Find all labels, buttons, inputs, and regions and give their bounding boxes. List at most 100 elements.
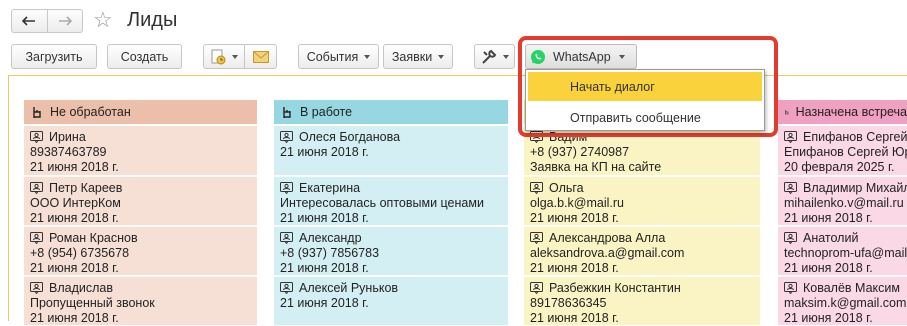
events-menu-button[interactable]: События (298, 44, 379, 69)
contact-icon (30, 282, 43, 294)
column-header: Назначена встреча (778, 100, 907, 124)
lead-detail: Интересовалась оптовыми ценами (280, 196, 484, 210)
forward-button[interactable] (46, 10, 83, 32)
lead-card[interactable]: Олеся Богданова 21 июня 2018 г. (274, 126, 508, 176)
requests-label: Заявки (391, 49, 433, 64)
lead-card[interactable]: Разбежкин Константин 89178636345 21 июня… (524, 276, 760, 326)
lead-card[interactable]: Владимир Михайленко mihailenko.v@mail.ru… (778, 176, 907, 226)
tools-icon (481, 49, 496, 64)
back-button[interactable] (12, 10, 47, 32)
lead-card[interactable]: Александрова Алла aleksandrova.a@gmail.c… (524, 226, 760, 276)
tools-menu-button[interactable] (474, 44, 515, 69)
lead-date: 21 июня 2018 г. (280, 211, 369, 225)
whatsapp-dropdown-menu: Начать диалог Отправить сообщение (525, 69, 765, 131)
start-dialog-menu-item[interactable]: Начать диалог (528, 72, 762, 101)
contact-icon (30, 182, 43, 194)
contact-icon (280, 182, 293, 194)
contact-icon (784, 232, 797, 244)
column-title: Не обработан (50, 105, 131, 119)
lead-date: 20 февраля 2025 г. (784, 160, 895, 174)
lead-date: 21 июня 2018 г. (30, 261, 119, 275)
kanban-column-new: Не обработан Ирина 89387463789 21 июня 2… (24, 100, 257, 326)
lead-card[interactable]: Епифанов Сергей Епифанов Сергей Юрьевич … (778, 126, 907, 176)
contact-icon (30, 131, 43, 143)
lead-detail: 21 июня 2018 г. (280, 296, 369, 310)
attachment-mail-group (203, 44, 277, 69)
lead-name: Александрова Алла (549, 231, 666, 245)
contact-icon (530, 282, 543, 294)
title-bar: ☆ Лиды (0, 0, 907, 40)
whatsapp-label: WhatsApp (553, 49, 611, 64)
lead-name: Владислав (49, 281, 113, 295)
lead-date: 21 июня 2018 г. (30, 311, 119, 325)
attachment-menu-button[interactable] (204, 45, 244, 68)
lead-detail: aleksandrova.a@gmail.com (530, 246, 685, 260)
document-clock-icon (211, 49, 226, 64)
column-header: Не обработан (24, 100, 257, 124)
lead-detail: 89387463789 (30, 145, 107, 159)
lead-name: Алексей Руньков (299, 281, 399, 295)
lead-card[interactable]: Владислав Пропущенный звонок 21 июня 201… (24, 276, 257, 326)
lead-date: 21 июня 2018 г. (530, 311, 619, 325)
lead-date: 21 июня 2018 г. (280, 261, 369, 275)
whatsapp-menu-button[interactable]: WhatsApp (525, 44, 637, 69)
contact-icon (280, 282, 293, 294)
lead-date: 21 июня 2018 г. (784, 211, 873, 225)
column-title: Назначена встреча (795, 105, 907, 119)
contact-icon (530, 232, 543, 244)
lead-detail: mihailenko.v@mail.ru (784, 196, 904, 210)
create-button[interactable]: Создать (107, 44, 182, 69)
lead-date (280, 160, 508, 175)
mail-button[interactable] (244, 45, 276, 68)
navigation-buttons (11, 9, 83, 33)
drag-hand-icon (33, 107, 41, 118)
lead-name: Ирина (49, 130, 86, 144)
lead-detail: olga.b.k@mail.ru (530, 196, 624, 210)
lead-name: Епифанов Сергей (803, 130, 907, 144)
events-label: События (306, 49, 359, 64)
envelope-icon (252, 50, 269, 63)
whatsapp-icon (531, 49, 545, 64)
lead-date: 21 июня 2018 г. (30, 211, 119, 225)
lead-detail: +8 (954) 6735678 (30, 246, 130, 260)
page-title: Лиды (127, 9, 178, 31)
lead-date (280, 311, 508, 325)
lead-name: Разбежкин Константин (549, 281, 681, 295)
contact-icon (784, 182, 797, 194)
favorite-star-icon[interactable]: ☆ (93, 8, 113, 32)
contact-icon (784, 131, 797, 143)
load-button[interactable]: Загрузить (11, 44, 97, 69)
lead-card[interactable]: Александр +8 (937) 7856783 21 июня 2018 … (274, 226, 508, 276)
lead-detail: Пропущенный звонок (30, 296, 155, 310)
lead-card[interactable]: Петр Кареев ООО ИнтерКом 21 июня 2018 г. (24, 176, 257, 226)
lead-card[interactable]: Екатерина Интересовалась оптовыми ценами… (274, 176, 508, 226)
contact-icon (280, 131, 293, 143)
lead-detail: +8 (937) 7856783 (280, 246, 380, 260)
kanban-column-in-progress: В работе Олеся Богданова 21 июня 2018 г.… (274, 100, 508, 326)
lead-card[interactable]: Ирина 89387463789 21 июня 2018 г. (24, 126, 257, 176)
drag-hand-icon (785, 109, 789, 115)
lead-name: Анатолий (803, 231, 859, 245)
requests-menu-button[interactable]: Заявки (383, 44, 453, 69)
lead-name: Олеся Богданова (299, 130, 401, 144)
lead-date: 21 июня 2018 г. (530, 261, 619, 275)
lead-card[interactable]: Ольга olga.b.k@mail.ru 21 июня 2018 г. (524, 176, 760, 226)
column-title: В работе (300, 105, 353, 119)
lead-name: Александр (299, 231, 362, 245)
lead-detail: 21 июня 2018 г. (280, 145, 369, 159)
lead-name: Екатерина (299, 181, 361, 195)
lead-detail: technoprom-ufa@mail.ru (784, 246, 907, 260)
arrow-left-icon (22, 16, 36, 26)
lead-card[interactable]: Ковалёв Максим maksim.k@gmail.com 21 июн… (778, 276, 907, 326)
column-header: В работе (274, 100, 508, 124)
lead-name: Ковалёв Максим (803, 281, 900, 295)
lead-date: 21 июня 2018 г. (784, 311, 873, 325)
send-message-menu-item[interactable]: Отправить сообщение (528, 103, 762, 132)
lead-name: Владимир Михайленко (803, 181, 907, 195)
lead-name: Роман Краснов (49, 231, 138, 245)
lead-detail: ООО ИнтерКом (30, 196, 121, 210)
lead-card[interactable]: Алексей Руньков 21 июня 2018 г. (274, 276, 508, 326)
kanban-column-meeting: Назначена встреча Епифанов Сергей Епифан… (778, 100, 907, 326)
lead-card[interactable]: Роман Краснов +8 (954) 6735678 21 июня 2… (24, 226, 257, 276)
lead-card[interactable]: Анатолий technoprom-ufa@mail.ru 21 июня … (778, 226, 907, 276)
